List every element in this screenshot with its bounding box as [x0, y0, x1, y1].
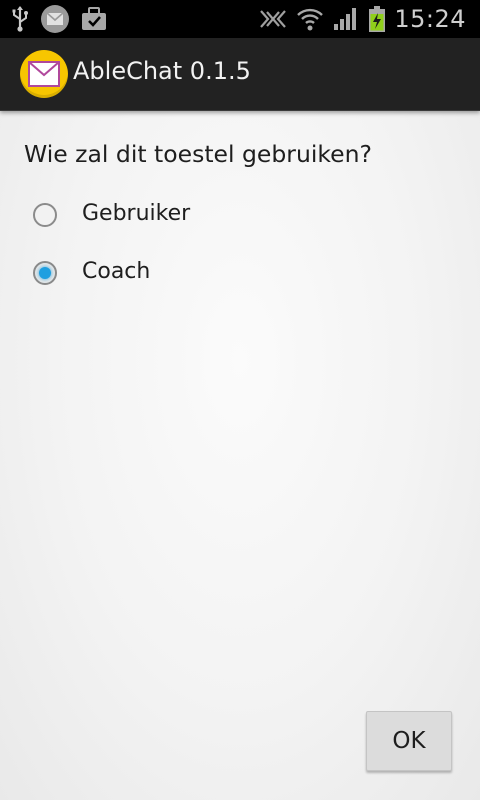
app-title: AbleChat 0.1.5 — [73, 57, 251, 85]
action-bar: AbleChat 0.1.5 — [0, 38, 480, 111]
radio-label-coach: Coach — [82, 259, 151, 284]
nfc-icon — [258, 7, 288, 31]
radio-label-gebruiker: Gebruiker — [82, 201, 191, 226]
radio-button-gebruiker[interactable] — [33, 203, 57, 227]
status-bar: 15:24 — [0, 0, 480, 38]
wifi-icon — [296, 6, 324, 32]
app-icon — [20, 50, 68, 98]
mail-notification-icon — [40, 4, 70, 34]
radio-option-coach[interactable]: Coach — [33, 255, 433, 295]
usb-icon — [10, 5, 30, 33]
status-clock: 15:24 — [394, 5, 466, 33]
status-bar-left — [10, 0, 108, 38]
envelope-icon — [28, 61, 60, 87]
signal-icon — [332, 6, 360, 32]
question-label: Wie zal dit toestel gebruiken? — [24, 140, 372, 168]
radio-selected-dot — [39, 267, 51, 279]
battery-charging-icon — [368, 5, 386, 33]
briefcase-icon — [80, 6, 108, 32]
ok-button[interactable]: OK — [366, 711, 452, 771]
status-bar-right: 15:24 — [258, 0, 466, 38]
radio-button-coach[interactable] — [33, 261, 57, 285]
radio-option-gebruiker[interactable]: Gebruiker — [33, 197, 433, 237]
